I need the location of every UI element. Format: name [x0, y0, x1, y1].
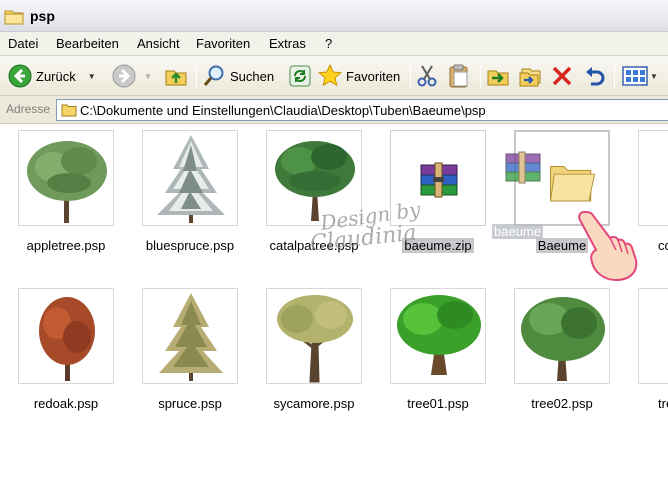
menu-extras[interactable]: Extras: [269, 36, 306, 51]
cut-button[interactable]: [416, 64, 438, 88]
up-folder-icon: [165, 70, 187, 86]
file-item-partial[interactable]: co: [624, 130, 668, 260]
menu-bar: Datei Bearbeiten Ansicht Favoriten Extra…: [0, 32, 668, 56]
file-thumbnail: [18, 130, 114, 226]
address-bar: Adresse C:\Dokumente und Einstellungen\C…: [0, 96, 668, 124]
menu-datei[interactable]: Datei: [8, 36, 38, 51]
file-name: redoak.psp: [33, 396, 99, 411]
file-thumbnail: [638, 130, 668, 226]
file-thumbnail: [142, 288, 238, 384]
menu-ansicht[interactable]: Ansicht: [137, 36, 180, 51]
file-item[interactable]: bluespruce.psp: [128, 130, 252, 260]
up-folder-button[interactable]: [164, 64, 188, 88]
copy-to-button[interactable]: [518, 64, 542, 88]
move-to-button[interactable]: [486, 64, 510, 88]
menu-help[interactable]: ?: [325, 36, 332, 51]
forward-arrow-icon: [112, 64, 136, 88]
search-label: Suchen: [230, 68, 275, 84]
file-item[interactable]: tree02.psp: [500, 288, 624, 418]
clipboard-icon: [449, 64, 468, 88]
file-item[interactable]: redoak.psp: [4, 288, 128, 418]
forward-dropdown-icon[interactable]: ▼: [144, 72, 152, 81]
file-item[interactable]: sycamore.psp: [252, 288, 376, 418]
back-dropdown-icon[interactable]: ▼: [88, 72, 96, 81]
views-dropdown-icon[interactable]: ▼: [650, 72, 658, 81]
tree-icon: [639, 289, 668, 385]
toolbar-separator: [614, 64, 615, 88]
title-bar[interactable]: psp: [0, 0, 668, 32]
file-name: spruce.psp: [158, 396, 222, 411]
toolbar-separator: [196, 64, 197, 88]
file-item[interactable]: appletree.psp: [4, 130, 128, 260]
file-item[interactable]: tree01.psp: [376, 288, 500, 418]
tree-icon: [397, 295, 481, 375]
address-path: C:\Dokumente und Einstellungen\Claudia\D…: [80, 103, 486, 118]
back-arrow-icon: [8, 64, 32, 88]
views-button[interactable]: ▼: [622, 64, 658, 88]
menu-favoriten[interactable]: Favoriten: [196, 36, 250, 51]
move-to-folder-icon: [487, 70, 509, 86]
file-item[interactable]: spruce.psp: [128, 288, 252, 418]
favorites-button[interactable]: Favoriten: [318, 64, 400, 88]
folder-icon: [4, 7, 24, 28]
address-field[interactable]: C:\Dokumente und Einstellungen\Claudia\D…: [56, 99, 668, 121]
window-title: psp: [30, 8, 55, 24]
views-grid-icon: [622, 66, 648, 86]
tree-icon: [521, 297, 605, 381]
sync-button[interactable]: [289, 64, 311, 88]
tree-icon: [157, 135, 225, 223]
drag-ghost: baeume: [484, 144, 556, 240]
drag-ghost-label: baeume: [492, 224, 543, 239]
delete-x-icon: [552, 66, 572, 86]
toolbar-separator: [480, 64, 481, 88]
tree-icon: [39, 297, 95, 381]
address-label: Adresse: [6, 102, 51, 116]
toolbar-separator: [410, 64, 411, 88]
file-view[interactable]: appletree.psp bluespruce.psp catalpatree…: [0, 124, 668, 493]
file-item-partial[interactable]: tre: [624, 288, 668, 418]
search-button[interactable]: Suchen: [202, 64, 274, 88]
file-name: tree01.psp: [407, 396, 469, 411]
folder-icon: [61, 103, 77, 120]
tree-icon: [277, 295, 353, 383]
file-name: sycamore.psp: [273, 396, 355, 411]
copy-to-folder-icon: [519, 68, 541, 87]
file-thumbnail: [266, 288, 362, 384]
file-thumbnail: [142, 130, 238, 226]
undo-icon: [586, 67, 605, 86]
undo-button[interactable]: [582, 64, 606, 88]
back-button[interactable]: Zurück ▼: [8, 64, 96, 88]
toolbar: Zurück ▼ ▼ Suchen Favoriten ▼: [0, 56, 668, 96]
search-icon: [203, 65, 224, 86]
delete-button[interactable]: [551, 64, 573, 88]
winrar-archive-icon: [505, 151, 541, 184]
menu-bearbeiten[interactable]: Bearbeiten: [56, 36, 119, 51]
file-name: tree02.psp: [531, 396, 593, 411]
file-thumbnail: [514, 288, 610, 384]
refresh-icon: [289, 65, 311, 87]
file-name: appletree.psp: [26, 238, 106, 253]
file-thumbnail: [390, 288, 486, 384]
scissors-icon: [417, 65, 437, 87]
forward-button[interactable]: ▼: [112, 64, 152, 88]
back-label: Zurück: [36, 68, 76, 84]
file-name-partial: co: [658, 238, 668, 253]
tree-icon: [159, 293, 223, 381]
file-name-partial: tre: [658, 396, 668, 411]
paste-button[interactable]: [448, 64, 470, 88]
tree-icon: [27, 141, 107, 223]
file-thumbnail: [638, 288, 668, 384]
file-thumbnail: [18, 288, 114, 384]
favorites-label: Favoriten: [346, 68, 401, 84]
star-icon: [318, 64, 342, 87]
tree-icon: [639, 131, 668, 227]
file-name: bluespruce.psp: [145, 238, 235, 253]
